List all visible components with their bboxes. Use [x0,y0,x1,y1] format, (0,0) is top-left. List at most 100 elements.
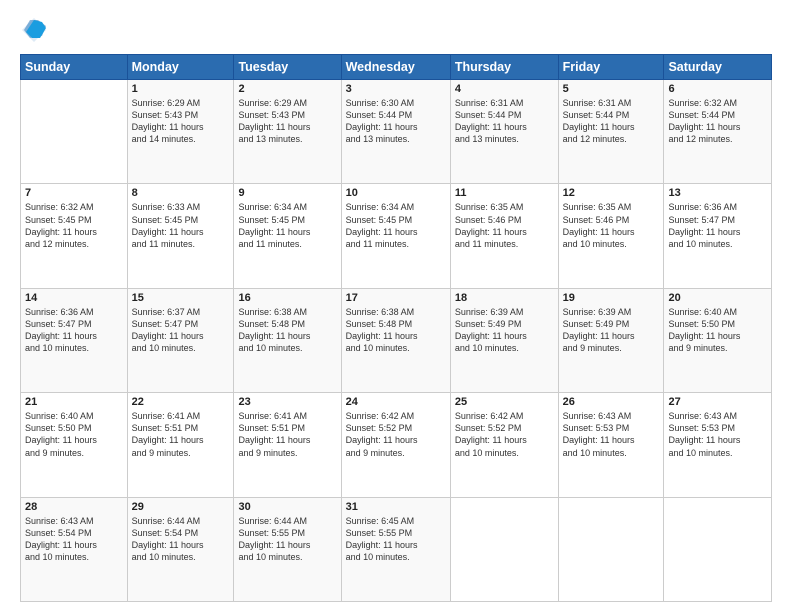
calendar-cell: 5 Sunrise: 6:31 AM Sunset: 5:44 PM Daylig… [558,80,664,184]
cell-info: Sunrise: 6:40 AM Sunset: 5:50 PM Dayligh… [668,306,767,355]
day-number: 5 [563,83,660,95]
calendar-cell: 17 Sunrise: 6:38 AM Sunset: 5:48 PM Dayli… [341,288,450,392]
cell-info: Sunrise: 6:31 AM Sunset: 5:44 PM Dayligh… [455,97,554,146]
calendar-cell: 12 Sunrise: 6:35 AM Sunset: 5:46 PM Dayli… [558,184,664,288]
day-number: 6 [668,83,767,95]
weekday-tuesday: Tuesday [234,55,341,80]
calendar-cell: 2 Sunrise: 6:29 AM Sunset: 5:43 PM Daylig… [234,80,341,184]
cell-info: Sunrise: 6:44 AM Sunset: 5:55 PM Dayligh… [238,515,336,564]
weekday-wednesday: Wednesday [341,55,450,80]
calendar-cell: 26 Sunrise: 6:43 AM Sunset: 5:53 PM Dayli… [558,393,664,497]
calendar-cell: 11Sunrise: 6:35 AM Sunset: 5:46 PM Dayli… [450,184,558,288]
calendar-cell: 21 Sunrise: 6:40 AM Sunset: 5:50 PM Dayli… [21,393,128,497]
cell-info: Sunrise: 6:34 AM Sunset: 5:45 PM Dayligh… [238,201,336,250]
calendar-cell: 4 Sunrise: 6:31 AM Sunset: 5:44 PM Daylig… [450,80,558,184]
week-row-2: 7 Sunrise: 6:32 AM Sunset: 5:45 PM Daylig… [21,184,772,288]
day-number: 19 [563,292,660,304]
cell-info: Sunrise: 6:31 AM Sunset: 5:44 PM Dayligh… [563,97,660,146]
cell-info: Sunrise: 6:36 AM Sunset: 5:47 PM Dayligh… [25,306,123,355]
calendar-cell: 29 Sunrise: 6:44 AM Sunset: 5:54 PM Dayli… [127,497,234,601]
cell-info: Sunrise: 6:35 AM Sunset: 5:46 PM Dayligh… [455,201,554,250]
cell-info: Sunrise: 6:45 AM Sunset: 5:55 PM Dayligh… [346,515,446,564]
cell-info: Sunrise: 6:29 AM Sunset: 5:43 PM Dayligh… [132,97,230,146]
calendar-cell: 18 Sunrise: 6:39 AM Sunset: 5:49 PM Dayli… [450,288,558,392]
calendar-cell: 24Sunrise: 6:42 AM Sunset: 5:52 PM Dayli… [341,393,450,497]
calendar-cell: 31 Sunrise: 6:45 AM Sunset: 5:55 PM Dayli… [341,497,450,601]
day-number: 2 [238,83,336,95]
cell-info: Sunrise: 6:43 AM Sunset: 5:53 PM Dayligh… [563,410,660,459]
day-number: 18 [455,292,554,304]
day-number: 10 [346,187,446,199]
cell-info: Sunrise: 6:32 AM Sunset: 5:44 PM Dayligh… [668,97,767,146]
calendar-cell: 10 Sunrise: 6:34 AM Sunset: 5:45 PM Dayli… [341,184,450,288]
day-number: 29 [132,501,230,513]
calendar-cell [450,497,558,601]
calendar-cell: 27Sunrise: 6:43 AM Sunset: 5:53 PM Dayli… [664,393,772,497]
week-row-1: 1 Sunrise: 6:29 AM Sunset: 5:43 PM Daylig… [21,80,772,184]
day-number: 20 [668,292,767,304]
cell-info: Sunrise: 6:43 AM Sunset: 5:54 PM Dayligh… [25,515,123,564]
calendar-cell: 13Sunrise: 6:36 AM Sunset: 5:47 PM Dayli… [664,184,772,288]
calendar-cell: 1 Sunrise: 6:29 AM Sunset: 5:43 PM Daylig… [127,80,234,184]
day-number: 3 [346,83,446,95]
day-number: 28 [25,501,123,513]
cell-info: Sunrise: 6:32 AM Sunset: 5:45 PM Dayligh… [25,201,123,250]
cell-info: Sunrise: 6:37 AM Sunset: 5:47 PM Dayligh… [132,306,230,355]
calendar-cell: 14 Sunrise: 6:36 AM Sunset: 5:47 PM Dayli… [21,288,128,392]
calendar-cell: 20 Sunrise: 6:40 AM Sunset: 5:50 PM Dayli… [664,288,772,392]
weekday-sunday: Sunday [21,55,128,80]
day-number: 25 [455,396,554,408]
day-number: 26 [563,396,660,408]
calendar-cell: 30 Sunrise: 6:44 AM Sunset: 5:55 PM Dayli… [234,497,341,601]
day-number: 23 [238,396,336,408]
day-number: 21 [25,396,123,408]
day-number: 15 [132,292,230,304]
day-number: 4 [455,83,554,95]
logo [20,16,52,44]
week-row-4: 21 Sunrise: 6:40 AM Sunset: 5:50 PM Dayli… [21,393,772,497]
calendar-cell: 7 Sunrise: 6:32 AM Sunset: 5:45 PM Daylig… [21,184,128,288]
cell-info: Sunrise: 6:39 AM Sunset: 5:49 PM Dayligh… [563,306,660,355]
day-number: 9 [238,187,336,199]
cell-info: Sunrise: 6:34 AM Sunset: 5:45 PM Dayligh… [346,201,446,250]
cell-info: Sunrise: 6:29 AM Sunset: 5:43 PM Dayligh… [238,97,336,146]
day-number: 12 [563,187,660,199]
page: SundayMondayTuesdayWednesdayThursdayFrid… [0,0,792,612]
logo-icon [20,16,48,44]
calendar-cell: 16 Sunrise: 6:38 AM Sunset: 5:48 PM Dayli… [234,288,341,392]
calendar: SundayMondayTuesdayWednesdayThursdayFrid… [20,54,772,602]
calendar-cell [664,497,772,601]
cell-info: Sunrise: 6:41 AM Sunset: 5:51 PM Dayligh… [132,410,230,459]
day-number: 14 [25,292,123,304]
day-number: 31 [346,501,446,513]
calendar-cell: 23 Sunrise: 6:41 AM Sunset: 5:51 PM Dayli… [234,393,341,497]
cell-info: Sunrise: 6:38 AM Sunset: 5:48 PM Dayligh… [346,306,446,355]
cell-info: Sunrise: 6:30 AM Sunset: 5:44 PM Dayligh… [346,97,446,146]
weekday-header-row: SundayMondayTuesdayWednesdayThursdayFrid… [21,55,772,80]
cell-info: Sunrise: 6:36 AM Sunset: 5:47 PM Dayligh… [668,201,767,250]
day-number: 17 [346,292,446,304]
day-number: 22 [132,396,230,408]
cell-info: Sunrise: 6:41 AM Sunset: 5:51 PM Dayligh… [238,410,336,459]
week-row-5: 28 Sunrise: 6:43 AM Sunset: 5:54 PM Dayli… [21,497,772,601]
cell-info: Sunrise: 6:42 AM Sunset: 5:52 PM Dayligh… [455,410,554,459]
cell-info: Sunrise: 6:44 AM Sunset: 5:54 PM Dayligh… [132,515,230,564]
cell-info: Sunrise: 6:38 AM Sunset: 5:48 PM Dayligh… [238,306,336,355]
calendar-cell: 22 Sunrise: 6:41 AM Sunset: 5:51 PM Dayli… [127,393,234,497]
calendar-cell: 28 Sunrise: 6:43 AM Sunset: 5:54 PM Dayli… [21,497,128,601]
day-number: 24 [346,396,446,408]
cell-info: Sunrise: 6:33 AM Sunset: 5:45 PM Dayligh… [132,201,230,250]
day-number: 27 [668,396,767,408]
weekday-friday: Friday [558,55,664,80]
calendar-cell: 6 Sunrise: 6:32 AM Sunset: 5:44 PM Daylig… [664,80,772,184]
cell-info: Sunrise: 6:40 AM Sunset: 5:50 PM Dayligh… [25,410,123,459]
day-number: 16 [238,292,336,304]
day-number: 30 [238,501,336,513]
day-number: 8 [132,187,230,199]
cell-info: Sunrise: 6:35 AM Sunset: 5:46 PM Dayligh… [563,201,660,250]
week-row-3: 14 Sunrise: 6:36 AM Sunset: 5:47 PM Dayli… [21,288,772,392]
cell-info: Sunrise: 6:39 AM Sunset: 5:49 PM Dayligh… [455,306,554,355]
calendar-cell: 15 Sunrise: 6:37 AM Sunset: 5:47 PM Dayli… [127,288,234,392]
day-number: 7 [25,187,123,199]
day-number: 1 [132,83,230,95]
